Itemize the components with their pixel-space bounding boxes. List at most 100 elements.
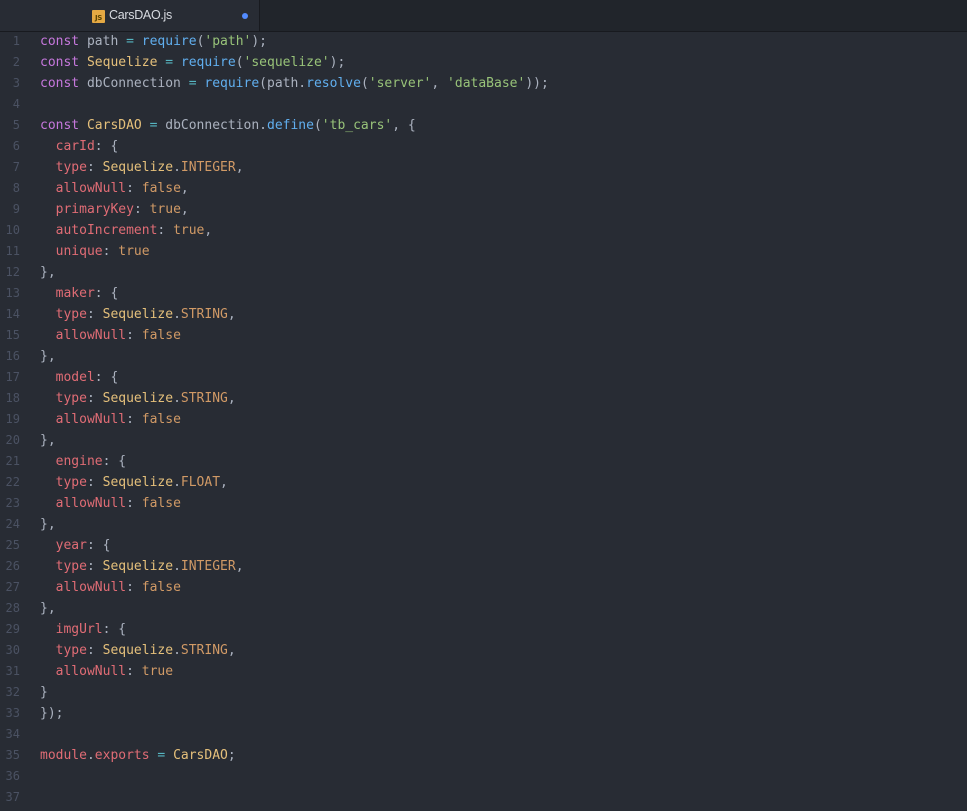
line-number: 16 bbox=[5, 349, 20, 363]
code-line[interactable]: 37 bbox=[0, 787, 967, 808]
modified-dot-icon[interactable] bbox=[242, 13, 248, 19]
line-number: 37 bbox=[5, 790, 20, 804]
line-number: 11 bbox=[5, 244, 20, 258]
code-line[interactable]: 34 bbox=[0, 724, 967, 745]
code-line[interactable]: 31 allowNull: true bbox=[0, 661, 967, 682]
code-token: }, bbox=[40, 265, 56, 280]
code-token: : { bbox=[94, 139, 119, 154]
code-line[interactable]: 30 type: Sequelize.STRING, bbox=[0, 640, 967, 661]
code-line[interactable]: 26 type: Sequelize.INTEGER, bbox=[0, 556, 967, 577]
code-line[interactable]: 35 module.exports = CarsDAO; bbox=[0, 745, 967, 766]
code-line[interactable]: 20}, bbox=[0, 430, 967, 451]
line-number: 28 bbox=[5, 601, 20, 615]
code-token: )); bbox=[525, 76, 549, 91]
code-token: }, bbox=[40, 349, 56, 364]
code-token: unique bbox=[55, 244, 103, 259]
line-number: 18 bbox=[5, 391, 20, 405]
code-line[interactable]: 24}, bbox=[0, 514, 967, 535]
code-token: , bbox=[220, 475, 228, 490]
code-token: ( bbox=[313, 118, 322, 133]
code-line[interactable]: 25 year: { bbox=[0, 535, 967, 556]
code-line[interactable]: 9 primaryKey: true, bbox=[0, 199, 967, 220]
code-line[interactable]: 18 type: Sequelize.STRING, bbox=[0, 388, 967, 409]
code-line[interactable]: 11 unique: true bbox=[0, 241, 967, 262]
code-line[interactable]: 29 imgUrl: { bbox=[0, 619, 967, 640]
code-token: Sequelize bbox=[102, 559, 174, 574]
code-text: type: Sequelize.STRING, bbox=[40, 640, 236, 661]
code-text: }); bbox=[40, 703, 63, 724]
code-line[interactable]: 3 const dbConnection = require(path.resol… bbox=[0, 73, 967, 94]
code-line[interactable]: 15 allowNull: false bbox=[0, 325, 967, 346]
line-number: 21 bbox=[5, 454, 20, 468]
code-text: }, bbox=[40, 262, 56, 283]
code-line[interactable]: 36 bbox=[0, 766, 967, 787]
code-token: INTEGER bbox=[180, 160, 236, 175]
code-token: : { bbox=[94, 370, 119, 385]
code-token: ( bbox=[235, 55, 244, 70]
code-token: Sequelize bbox=[102, 391, 174, 406]
code-line[interactable]: 12}, bbox=[0, 262, 967, 283]
code-token: false bbox=[141, 580, 181, 595]
code-token: : bbox=[86, 643, 103, 658]
line-number: 29 bbox=[5, 622, 20, 636]
code-line[interactable]: 21 engine: { bbox=[0, 451, 967, 472]
code-token: : bbox=[126, 580, 142, 595]
code-token: type bbox=[55, 391, 87, 406]
code-token: , bbox=[235, 160, 244, 175]
code-line[interactable]: 23 allowNull: false bbox=[0, 493, 967, 514]
code-text: maker: { bbox=[40, 283, 119, 304]
code-text: year: { bbox=[40, 535, 111, 556]
tab-bar: JS CarsDAO.js bbox=[0, 0, 967, 32]
code-token: STRING bbox=[180, 391, 228, 406]
code-token: dbConnection. bbox=[157, 118, 267, 133]
javascript-file-icon: JS bbox=[92, 10, 105, 23]
code-token: dbConnection bbox=[79, 76, 189, 91]
file-tab[interactable]: JS CarsDAO.js bbox=[0, 0, 260, 31]
code-text: allowNull: false bbox=[40, 409, 181, 430]
code-line[interactable]: 2 const Sequelize = require('sequelize'); bbox=[0, 52, 967, 73]
line-number: 31 bbox=[5, 664, 20, 678]
code-token: ( bbox=[360, 76, 369, 91]
code-token: Sequelize bbox=[102, 643, 174, 658]
code-line[interactable]: 27 allowNull: false bbox=[0, 577, 967, 598]
code-line[interactable]: 17 model: { bbox=[0, 367, 967, 388]
code-line[interactable]: 28}, bbox=[0, 598, 967, 619]
code-line[interactable]: 6 carId: { bbox=[0, 136, 967, 157]
code-token: = bbox=[126, 34, 134, 49]
code-line[interactable]: 14 type: Sequelize.STRING, bbox=[0, 304, 967, 325]
code-token: : bbox=[126, 664, 142, 679]
code-line[interactable]: 19 allowNull: false bbox=[0, 409, 967, 430]
code-token: . bbox=[173, 391, 181, 406]
code-text: allowNull: false bbox=[40, 493, 181, 514]
code-token: false bbox=[141, 181, 181, 196]
line-number: 17 bbox=[5, 370, 20, 384]
code-text: autoIncrement: true, bbox=[40, 220, 213, 241]
code-token: exports bbox=[94, 748, 150, 763]
code-line[interactable]: 16}, bbox=[0, 346, 967, 367]
code-line[interactable]: 1 const path = require('path'); bbox=[0, 31, 967, 52]
code-line[interactable]: 33}); bbox=[0, 703, 967, 724]
code-line[interactable]: 10 autoIncrement: true, bbox=[0, 220, 967, 241]
line-number: 36 bbox=[5, 769, 20, 783]
code-line[interactable]: 4 bbox=[0, 94, 967, 115]
code-token: : bbox=[86, 391, 103, 406]
code-token: . bbox=[173, 160, 181, 175]
code-line[interactable]: 5 const CarsDAO = dbConnection.define('tb… bbox=[0, 115, 967, 136]
code-line[interactable]: 13 maker: { bbox=[0, 283, 967, 304]
code-line[interactable]: 32} bbox=[0, 682, 967, 703]
code-token: type bbox=[55, 160, 87, 175]
code-text: allowNull: false bbox=[40, 325, 181, 346]
code-token: year bbox=[55, 538, 87, 553]
code-token: , bbox=[235, 559, 244, 574]
code-editor[interactable]: 1 const path = require('path'); 2 const Seq… bbox=[0, 31, 967, 811]
code-line[interactable]: 7 type: Sequelize.INTEGER, bbox=[0, 157, 967, 178]
code-line[interactable]: 22 type: Sequelize.FLOAT, bbox=[0, 472, 967, 493]
code-line[interactable]: 8 allowNull: false, bbox=[0, 178, 967, 199]
